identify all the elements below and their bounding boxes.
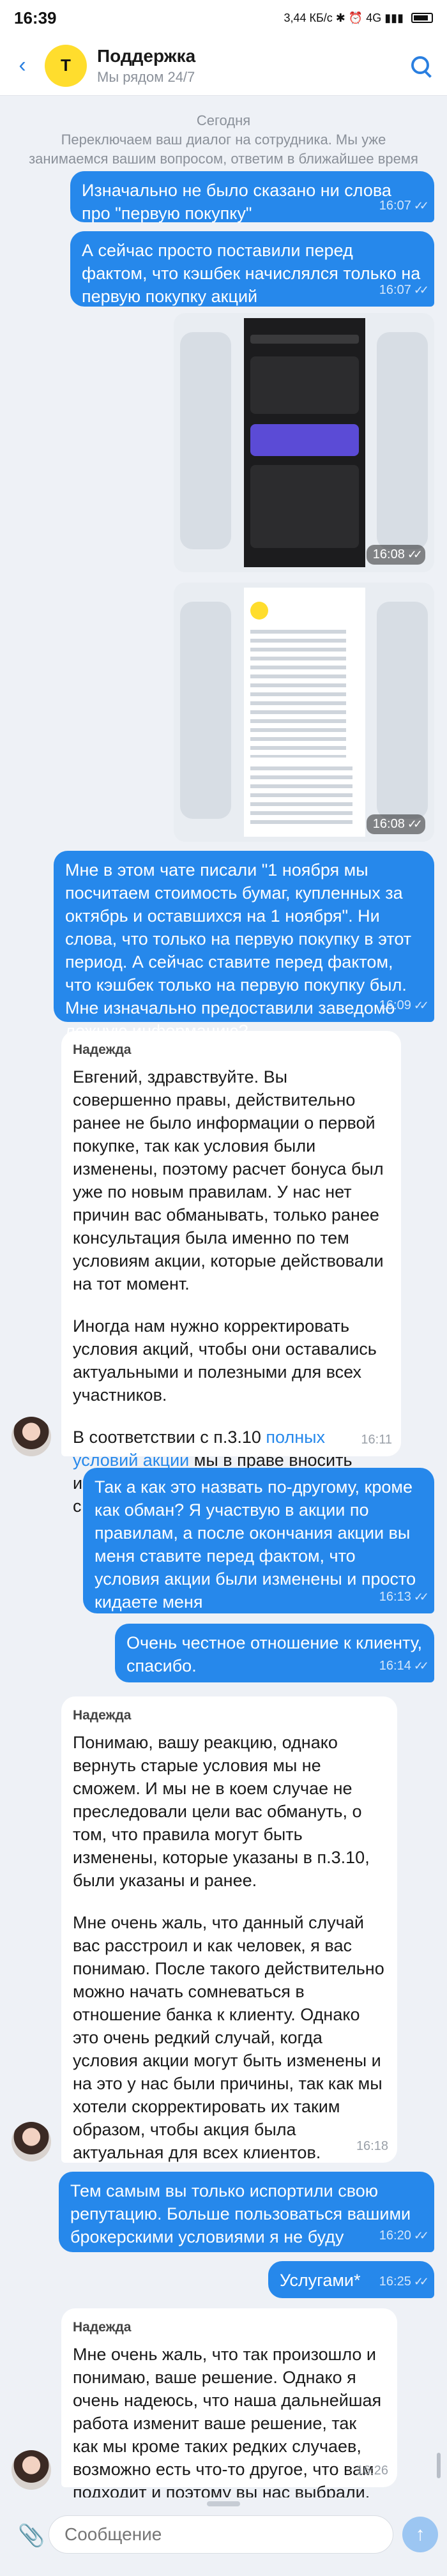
preview-banner xyxy=(250,424,359,456)
battery-icon xyxy=(411,13,433,23)
message-time: 16:25 xyxy=(379,2275,411,2289)
message-time: 16:26 xyxy=(356,2464,388,2478)
agent-avatar[interactable] xyxy=(11,1417,51,1456)
read-ticks-icon: ✓✓ xyxy=(413,2229,429,2242)
message-text: Изначально не было сказано ни слова про … xyxy=(82,181,391,223)
read-ticks-icon: ✓✓ xyxy=(413,1659,429,1672)
message-text: Очень честное отношение к клиенту, спаси… xyxy=(126,1633,423,1675)
message-text: Тем самым вы только испортили свою репут… xyxy=(70,2181,411,2246)
image-time: 16:08 xyxy=(372,547,405,561)
message-time: 16:14 xyxy=(379,1659,411,1673)
message-outgoing[interactable]: Так а как это назвать по-другому, кроме … xyxy=(83,1468,434,1613)
message-time: 16:13 xyxy=(379,1590,411,1604)
message-paragraph: Евгений, здравствуйте. Вы совершенно пра… xyxy=(73,1067,384,1293)
message-outgoing[interactable]: Изначально не было сказано ни слова про … xyxy=(70,171,434,223)
message-input-bar: 📎 ↑ xyxy=(0,2497,447,2576)
message-meta: 16:25 ✓✓ xyxy=(379,2270,429,2293)
preview-text xyxy=(250,630,346,758)
message-text: Так а как это назвать по-другому, кроме … xyxy=(95,1477,416,1612)
read-ticks-icon: ✓✓ xyxy=(413,199,429,212)
status-indicators-text: 3,44 КБ/с ✱ ⏰ 4G ▮▮▮ xyxy=(284,11,404,24)
message-meta: 16:07 ✓✓ xyxy=(379,194,429,217)
message-time: 16:09 xyxy=(379,998,411,1012)
message-meta: 16:26 xyxy=(356,2459,388,2482)
message-text: Мне в этом чате писали "1 ноября мы посч… xyxy=(65,860,412,1040)
message-time: 16:20 xyxy=(379,2229,411,2243)
message-outgoing[interactable]: Мне в этом чате писали "1 ноября мы посч… xyxy=(54,851,434,1040)
message-incoming[interactable]: Надежда Понимаю, вашу реакцию, однако ве… xyxy=(61,1696,397,2163)
message-incoming[interactable]: Надежда Мне очень жаль, что так произошл… xyxy=(61,2308,397,2502)
image-time: 16:08 xyxy=(372,817,405,831)
screenshot-preview xyxy=(244,588,365,837)
read-ticks-icon: ✓✓ xyxy=(413,1590,429,1603)
message-text: А сейчас просто поставили перед фактом, … xyxy=(82,241,421,306)
message-paragraph: Мне очень жаль, что так произошло и пони… xyxy=(73,2345,382,2502)
scrollbar[interactable] xyxy=(437,2453,441,2478)
sender-name: Надежда xyxy=(73,1708,132,1723)
chat-title: Поддержка xyxy=(97,45,196,66)
paperclip-icon[interactable]: 📎 xyxy=(18,2523,45,2549)
message-time: 16:07 xyxy=(379,283,411,297)
read-ticks-icon: ✓✓ xyxy=(407,548,423,561)
message-meta: 16:20 ✓✓ xyxy=(379,2224,429,2247)
image-meta: 16:08 ✓✓ xyxy=(366,814,425,834)
status-indicators: 3,44 КБ/с ✱ ⏰ 4G ▮▮▮ xyxy=(284,11,433,25)
preview-line xyxy=(250,335,359,344)
message-meta: 16:18 xyxy=(356,2135,388,2158)
message-paragraph: Иногда нам нужно корректировать условия … xyxy=(73,1316,377,1405)
preview-logo xyxy=(250,602,268,620)
image-attachment[interactable]: 16:08 ✓✓ xyxy=(174,313,434,572)
message-meta: 16:07 ✓✓ xyxy=(379,278,429,301)
image-blur-right xyxy=(377,332,428,549)
send-arrow-icon[interactable]: ↑ xyxy=(402,2517,438,2552)
image-blur-left xyxy=(180,602,231,819)
sender-name: Надежда xyxy=(73,1042,132,1057)
preview-text xyxy=(250,766,352,824)
screenshot-preview xyxy=(244,318,365,567)
bank-logo: Т xyxy=(45,44,87,87)
system-message: Переключаем ваш диалог на сотрудника. Мы… xyxy=(29,132,418,167)
message-outgoing[interactable]: А сейчас просто поставили перед фактом, … xyxy=(70,231,434,307)
message-meta: 16:09 ✓✓ xyxy=(379,994,429,1017)
message-time: 16:11 xyxy=(361,1433,392,1447)
read-ticks-icon: ✓✓ xyxy=(407,818,423,830)
message-meta: 16:11 xyxy=(361,1428,392,1451)
preview-card xyxy=(250,356,359,414)
image-blur-left xyxy=(180,332,231,549)
message-meta: 16:13 ✓✓ xyxy=(379,1585,429,1608)
message-input[interactable] xyxy=(49,2515,393,2554)
message-outgoing[interactable]: Очень честное отношение к клиенту, спаси… xyxy=(115,1624,434,1682)
image-attachment[interactable]: 16:08 ✓✓ xyxy=(174,583,434,842)
agent-avatar[interactable] xyxy=(11,2122,51,2161)
preview-list xyxy=(250,465,359,548)
status-bar: 16:39 3,44 КБ/с ✱ ⏰ 4G ▮▮▮ xyxy=(0,0,447,36)
message-time: 16:18 xyxy=(356,2139,388,2153)
message-time: 16:07 xyxy=(379,199,411,213)
message-paragraph: Понимаю, вашу реакцию, однако вернуть ст… xyxy=(73,1733,370,1890)
search-icon[interactable] xyxy=(410,55,432,77)
message-outgoing[interactable]: Услугами* 16:25 ✓✓ xyxy=(268,2261,434,2298)
status-time: 16:39 xyxy=(14,8,57,27)
message-paragraph: Мне очень жаль, что данный случай вас ра… xyxy=(73,1913,384,2162)
chat-subtitle: Мы рядом 24/7 xyxy=(97,68,195,85)
logo-letter: Т xyxy=(61,56,71,75)
day-separator: Сегодня xyxy=(196,112,251,128)
drag-handle[interactable] xyxy=(207,2501,240,2506)
image-blur-right xyxy=(377,602,428,819)
message-outgoing[interactable]: Тем самым вы только испортили свою репут… xyxy=(59,2172,434,2252)
read-ticks-icon: ✓✓ xyxy=(413,284,429,296)
read-ticks-icon: ✓✓ xyxy=(413,999,429,1012)
message-incoming[interactable]: Надежда Евгений, здравствуйте. Вы соверш… xyxy=(61,1031,401,1516)
sender-name: Надежда xyxy=(73,2320,132,2335)
chat-title-block[interactable]: Поддержка Мы рядом 24/7 xyxy=(97,46,195,86)
message-text: В соответствии с п.3.10 xyxy=(73,1428,266,1447)
back-arrow-icon[interactable]: ‹ xyxy=(0,53,45,78)
read-ticks-icon: ✓✓ xyxy=(413,2275,429,2288)
agent-avatar[interactable] xyxy=(11,2450,51,2490)
chat-header: ‹ Т Поддержка Мы рядом 24/7 xyxy=(0,36,447,96)
image-meta: 16:08 ✓✓ xyxy=(366,545,425,565)
message-meta: 16:14 ✓✓ xyxy=(379,1654,429,1677)
